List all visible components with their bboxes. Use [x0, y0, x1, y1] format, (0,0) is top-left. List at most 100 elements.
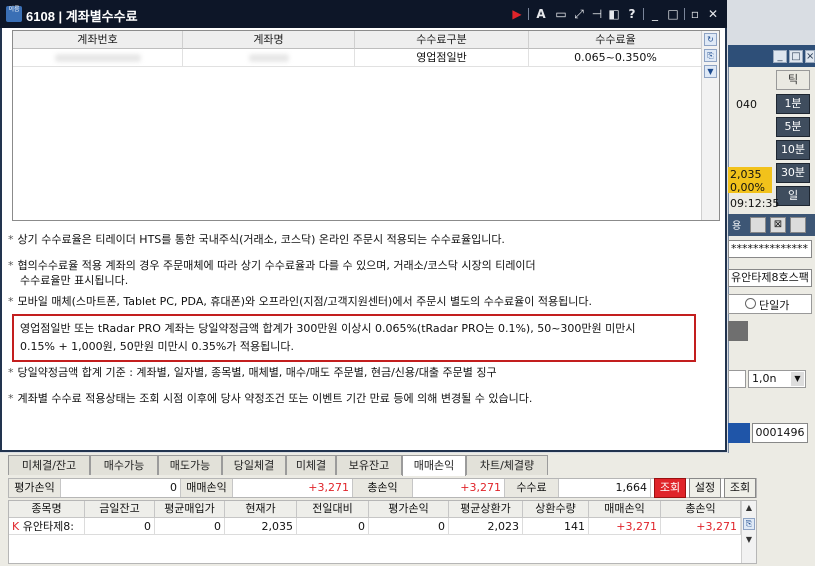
1min-button[interactable]: 1분	[776, 94, 810, 114]
password-field[interactable]: **************	[728, 240, 812, 258]
export-icon[interactable]: ⎘	[743, 518, 755, 530]
account-name-cell[interactable]	[183, 49, 355, 67]
table-scrollbar[interactable]: ▲ ⎘ ▼	[741, 501, 756, 563]
pnl-table: 종목명 금일잔고 평균매입가 현재가 전일대비 평가손익 평균상환가 상환수량 …	[8, 500, 757, 564]
total-pnl-value: +3,271	[413, 479, 505, 497]
fee-label: 수수료	[505, 479, 559, 497]
table-cell[interactable]: 2,035	[225, 518, 297, 535]
stock-field[interactable]: 유안타제8호스팩	[728, 269, 812, 287]
table-cell[interactable]: +3,271	[589, 518, 661, 535]
separator	[684, 8, 685, 20]
minimize-icon[interactable]: _	[773, 50, 787, 63]
close-icon[interactable]: ✕	[706, 7, 720, 21]
tab-chart-volume[interactable]: 차트/체결량	[466, 455, 548, 475]
scroll-down-icon[interactable]: ▼	[743, 535, 755, 547]
blue-button[interactable]	[728, 423, 750, 443]
stock-name: 유안타제8:	[22, 520, 74, 533]
30min-button[interactable]: 30분	[776, 163, 810, 183]
pin-icon[interactable]: ⊣	[590, 7, 604, 21]
column-header[interactable]: 종목명	[9, 501, 85, 518]
tick-button[interactable]: 틱	[776, 70, 810, 90]
radio-button[interactable]	[745, 298, 756, 309]
restore-icon[interactable]: ▫	[688, 7, 702, 21]
column-header[interactable]: 총손익	[661, 501, 741, 518]
dark-button[interactable]	[728, 321, 748, 341]
column-header[interactable]: 금일잔고	[85, 501, 155, 518]
column-header[interactable]: 수수료구분	[355, 31, 529, 49]
note-item: * 당일약정금액 합계 기준 : 계좌별, 일자별, 종목별, 매체별, 매수/매…	[8, 366, 497, 379]
chevron-down-icon[interactable]: ▼	[791, 372, 804, 386]
window-title: 6108 | 계좌별수수료	[26, 9, 138, 24]
close-icon[interactable]: ×	[805, 50, 815, 63]
font-icon[interactable]: A	[534, 7, 548, 21]
titlebar: 이름 6108 | 계좌별수수료 ▶ A ▭ ⤢ ⊣ ◧ ? _ □ ▫ ✕	[0, 0, 727, 28]
tab-trade-pnl[interactable]: 매매손익	[402, 455, 466, 476]
table-cell[interactable]: +3,271	[661, 518, 741, 535]
column-header[interactable]: 계좌명	[183, 31, 355, 49]
fee-value: 1,664	[559, 479, 651, 497]
qty-value: 1,0n	[752, 372, 777, 385]
fee-rate-cell[interactable]: 0.065~0.350%	[529, 49, 703, 67]
note-item: * 상기 수수료율은 티레이더 HTS를 통한 국내주식(거래소, 코스닥) 온라…	[8, 233, 505, 246]
query-button-2[interactable]: 조회	[724, 478, 756, 498]
note-item-highlighted: 영업점일반 또는 tRadar PRO 계좌는 당일약정금액 합계가 300만원…	[20, 322, 636, 335]
settings-button[interactable]: 설정	[689, 478, 721, 498]
tab-sellable[interactable]: 매도가능	[158, 455, 222, 475]
tile-icon[interactable]: ◧	[607, 7, 621, 21]
query-button[interactable]: 조회	[654, 478, 686, 498]
scroll-down-icon[interactable]: ▼	[704, 65, 717, 78]
column-header[interactable]: 현재가	[225, 501, 297, 518]
time-text: 09:12:35	[730, 197, 780, 210]
column-header[interactable]: 평가손익	[369, 501, 449, 518]
price-text: 2,035	[730, 168, 762, 181]
doc-icon[interactable]	[750, 217, 766, 233]
account-number-cell[interactable]	[13, 49, 183, 67]
trade-pnl-value: +3,271	[233, 479, 353, 497]
10min-button[interactable]: 10분	[776, 140, 810, 160]
dropdown-small[interactable]	[728, 370, 746, 388]
tab-holdings[interactable]: 보유잔고	[336, 455, 402, 475]
export-icon[interactable]: ⎘	[704, 49, 717, 62]
column-header[interactable]: 평균매입가	[155, 501, 225, 518]
tab-buyable[interactable]: 매수가능	[90, 455, 158, 475]
note-item: 수수료율만 표시됩니다.	[20, 274, 129, 287]
stock-name-cell[interactable]: K 유안타제8:	[9, 518, 85, 535]
maximize-icon[interactable]: □	[666, 7, 680, 21]
x-icon[interactable]: ⊠	[770, 217, 786, 233]
column-header[interactable]: 전일대비	[297, 501, 369, 518]
tab-unfilled[interactable]: 미체결	[286, 455, 336, 475]
expand-icon[interactable]: ⤢	[572, 7, 586, 21]
masked-value	[248, 54, 289, 62]
table-cell[interactable]: 0	[155, 518, 225, 535]
table-cell[interactable]: 141	[523, 518, 589, 535]
fee-type-cell[interactable]: 영업점일반	[355, 49, 529, 67]
table-cell[interactable]: 2,023	[449, 518, 523, 535]
column-header[interactable]: 매매손익	[589, 501, 661, 518]
table-cell[interactable]: 0	[297, 518, 369, 535]
pct-text: 0,00%	[730, 181, 765, 194]
grid-icon[interactable]	[790, 217, 806, 233]
order-number: 0001496	[752, 423, 808, 443]
tab-unfilled-balance[interactable]: 미체결/잔고	[8, 455, 90, 475]
tab-today-filled[interactable]: 당일체결	[222, 455, 286, 475]
column-header[interactable]: 수수료율	[529, 31, 703, 49]
table-cell[interactable]: 0	[85, 518, 155, 535]
qty-select[interactable]: 1,0n ▼	[748, 370, 806, 388]
5min-button[interactable]: 5분	[776, 117, 810, 137]
grid-scrollbar[interactable]: ↻ ⎘ ▼	[701, 31, 719, 220]
scroll-up-icon[interactable]: ▲	[743, 503, 755, 515]
table-cell[interactable]: 0	[369, 518, 449, 535]
minimize-icon[interactable]: _	[648, 7, 662, 21]
window-icon[interactable]: ▭	[554, 7, 568, 21]
refresh-icon[interactable]: ↻	[704, 33, 717, 46]
day-button[interactable]: 일	[776, 186, 810, 206]
summary-row: 평가손익 0 매매손익 +3,271 총손익 +3,271 수수료 1,664	[8, 478, 757, 498]
column-header[interactable]: 상환수량	[523, 501, 589, 518]
column-header[interactable]: 평균상환가	[449, 501, 523, 518]
help-icon[interactable]: ?	[625, 7, 639, 21]
eval-pnl-value: 0	[61, 479, 181, 497]
radio-label: 단일가	[759, 299, 790, 312]
maximize-icon[interactable]: □	[789, 50, 803, 63]
column-header[interactable]: 계좌번호	[13, 31, 183, 49]
play-icon[interactable]: ▶	[510, 7, 524, 21]
